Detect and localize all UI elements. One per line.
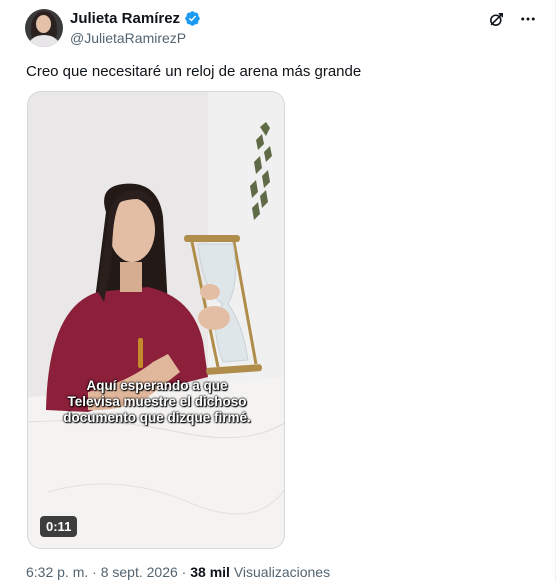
tweet: Julieta Ramírez @JulietaRamirezP Creo qu… (0, 0, 556, 582)
video-caption: Aquí esperando a que Televisa muestre el… (28, 378, 284, 426)
video-caption-line: Televisa muestre el dichoso (67, 394, 247, 409)
views-count: 38 mil (190, 564, 230, 580)
avatar[interactable] (25, 9, 63, 47)
tweet-meta: 6:32 p. m. · 8 sept. 2026 · 38 mil Visua… (26, 564, 330, 580)
views-label: Visualizaciones (233, 564, 331, 580)
avatar-face (36, 15, 51, 33)
author-name-row: Julieta Ramírez (70, 10, 201, 27)
more-options-icon[interactable] (519, 10, 537, 28)
author-handle[interactable]: @JulietaRamirezP (70, 30, 186, 46)
meta-separator: · (92, 564, 97, 580)
verified-badge-icon (185, 11, 200, 26)
video-caption-line: Aquí esperando a que (86, 378, 228, 393)
tweet-date[interactable]: 8 sept. 2026 (101, 564, 178, 580)
video-duration-badge: 0:11 (40, 516, 78, 537)
author-display-name[interactable]: Julieta Ramírez (70, 10, 180, 27)
video-caption-line: documento que dizque firmé. (63, 410, 251, 425)
top-actions (487, 10, 537, 28)
tweet-text: Creo que necesitaré un reloj de arena má… (26, 63, 362, 80)
video-player[interactable]: Aquí esperando a que Televisa muestre el… (27, 91, 285, 549)
video-thumbnail (28, 92, 284, 548)
grok-icon[interactable] (487, 10, 505, 28)
meta-separator: · (181, 564, 187, 580)
tweet-time[interactable]: 6:32 p. m. (26, 564, 88, 580)
